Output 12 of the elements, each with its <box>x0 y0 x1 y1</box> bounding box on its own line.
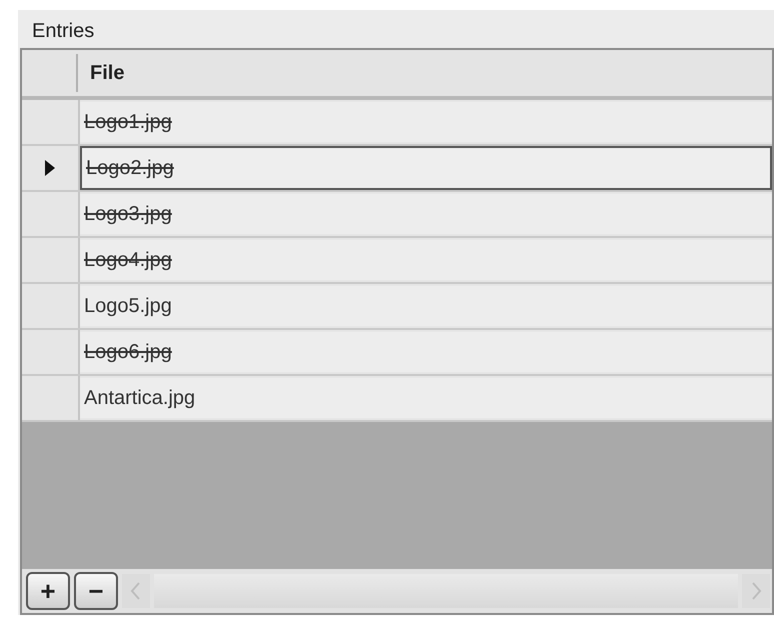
scroll-right-icon[interactable] <box>742 574 770 608</box>
table-cell: Antartica.jpg <box>80 378 772 418</box>
group-title: Entries <box>32 19 94 44</box>
table-cell: Logo1.jpg <box>80 102 772 142</box>
table-cell: Logo6.jpg <box>80 332 772 372</box>
table-cell: Logo3.jpg <box>80 194 772 234</box>
table-cell: Logo5.jpg <box>80 286 772 326</box>
table-cell: Logo4.jpg <box>80 240 772 280</box>
scroll-left-icon[interactable] <box>122 574 150 608</box>
add-button[interactable]: + <box>26 572 70 610</box>
remove-button[interactable]: − <box>74 572 118 610</box>
table-cell: Logo2.jpg <box>80 146 772 190</box>
